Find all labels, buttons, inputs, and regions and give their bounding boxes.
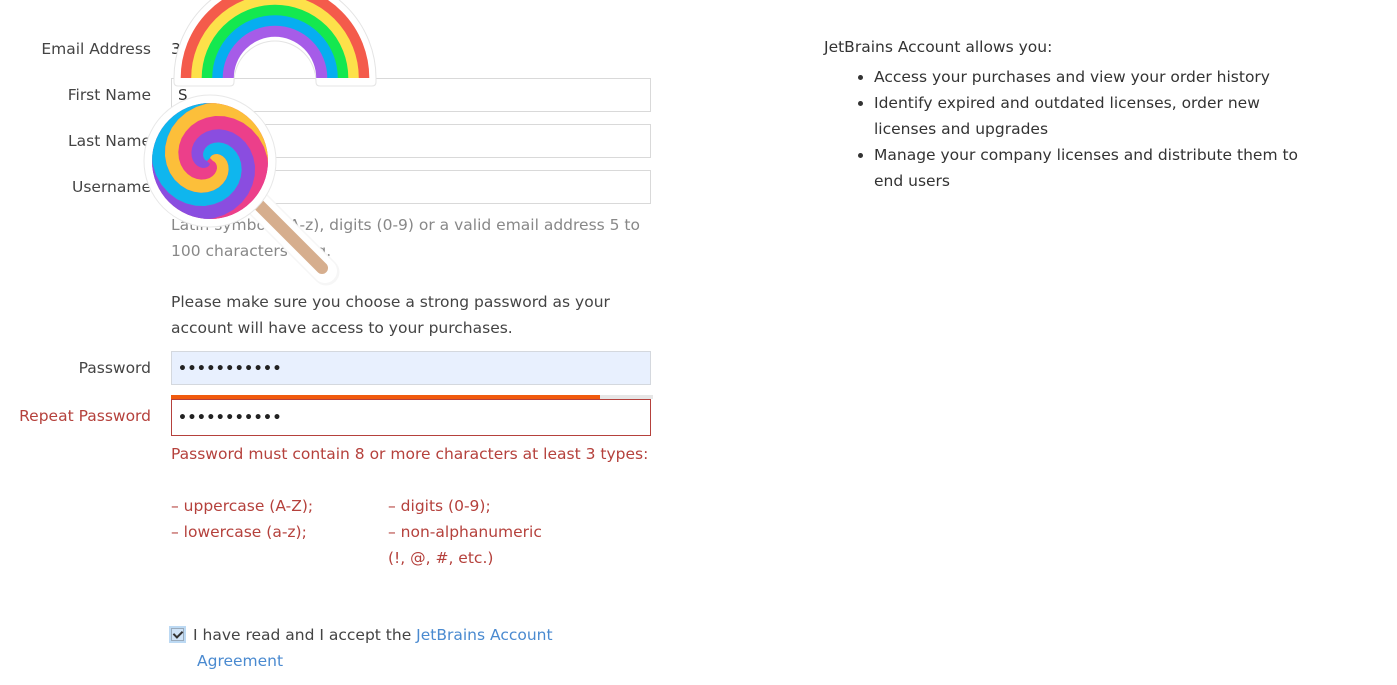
username-label: Username: [71, 178, 151, 196]
rainbow-band: [180, 0, 370, 79]
agreement-row: I have read and I accept the JetBrains A…: [169, 622, 641, 674]
rainbow-band: [222, 25, 328, 79]
password-rule-nonalnum: – non-alphanumeric: [388, 523, 542, 541]
last-name-label: Last Name: [68, 132, 151, 150]
rainbow-band: [212, 15, 338, 79]
password-value: •••••••••••: [178, 361, 282, 377]
benefit-item: Identify expired and outdated licenses, …: [874, 90, 1314, 142]
first-name-label: First Name: [67, 86, 151, 104]
password-rule-nonalnum-examples: (!, @, #, etc.): [388, 549, 494, 567]
email-value: 3: [171, 40, 181, 58]
password-rule-lowercase: – lowercase (a-z);: [171, 523, 307, 541]
repeat-password-value: •••••••••••: [178, 410, 282, 426]
account-benefits-title: JetBrains Account allows you:: [824, 38, 1053, 56]
agreement-link-line2: Agreement: [197, 652, 284, 670]
username-hint: Latin symbols (A-z), digits (0-9) or a v…: [171, 216, 640, 260]
email-label: Email Address: [41, 40, 151, 58]
password-note: Please make sure you choose a strong pas…: [171, 293, 610, 337]
repeat-password-input[interactable]: •••••••••••: [171, 399, 651, 436]
password-rule-uppercase: – uppercase (A-Z);: [171, 497, 314, 515]
account-benefits: JetBrains Account allows you: Access you…: [824, 34, 1344, 194]
rainbow-band: [201, 4, 349, 79]
benefit-item: Manage your company licenses and distrib…: [874, 142, 1314, 194]
agreement-checkbox[interactable]: [169, 626, 186, 643]
agreement-text: I have read and I accept the: [193, 626, 412, 644]
last-name-input[interactable]: [171, 124, 651, 158]
account-benefits-list: Access your purchases and view your orde…: [824, 64, 1344, 194]
rainbow-sticker-icon: [173, 0, 377, 87]
agreement-link-line1: JetBrains Account: [416, 626, 553, 644]
rainbow-band: [191, 0, 359, 79]
password-rule-digits: – digits (0-9);: [388, 497, 491, 515]
password-label: Password: [78, 359, 151, 377]
first-name-input[interactable]: S: [171, 78, 651, 112]
password-error-message: Password must contain 8 or more characte…: [171, 445, 649, 463]
password-input[interactable]: •••••••••••: [171, 351, 651, 385]
repeat-password-label: Repeat Password: [19, 407, 151, 425]
first-name-value: S: [178, 86, 188, 104]
benefit-item: Access your purchases and view your orde…: [874, 64, 1314, 90]
username-input[interactable]: [171, 170, 651, 204]
